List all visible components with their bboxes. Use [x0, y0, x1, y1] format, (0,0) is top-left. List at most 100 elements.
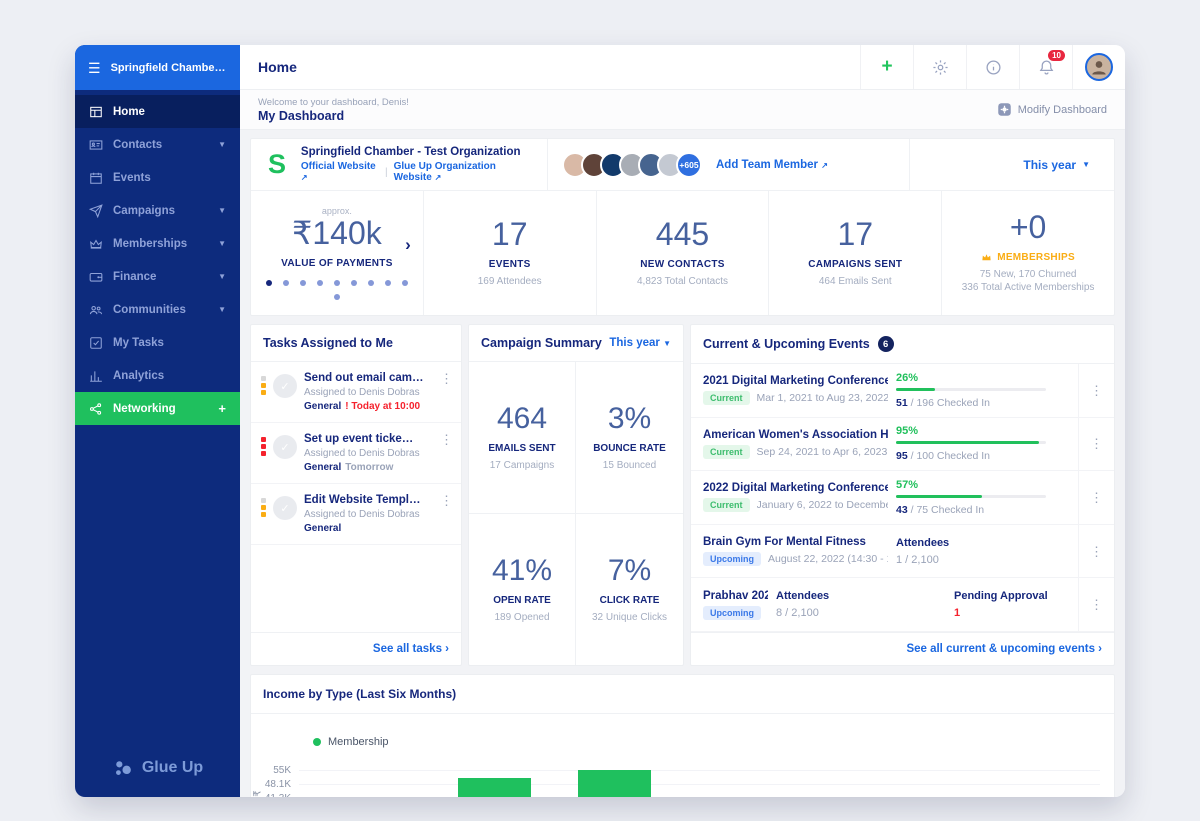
chart-legend[interactable]: Membership	[313, 736, 389, 748]
share-icon	[89, 402, 102, 415]
kebab-menu-icon[interactable]: ⋮	[1078, 364, 1114, 417]
add-button[interactable]: +	[860, 45, 913, 89]
settings-button[interactable]	[913, 45, 966, 89]
stat-memberships: +0 MEMBERSHIPS 75 New, 170 Churned 336 To…	[961, 209, 1095, 294]
modify-dashboard-button[interactable]: Modify Dashboard	[997, 102, 1107, 117]
kebab-menu-icon[interactable]: ⋮	[1078, 578, 1114, 631]
glueup-org-website-link[interactable]: Glue Up Organization Website ↗	[394, 161, 535, 183]
info-button[interactable]	[966, 45, 1019, 89]
paper-plane-icon	[89, 203, 103, 218]
task-row[interactable]: ✓ Edit Website Templ… Assigned to Denis …	[251, 484, 461, 545]
sidebar: ☰ Springfield Chambe… Home Contacts ▼ Event…	[75, 45, 240, 797]
chevron-down-icon: ▼	[218, 272, 226, 281]
kebab-menu-icon[interactable]: ⋮	[1078, 417, 1114, 471]
sidebar-item-communities[interactable]: Communities ▼	[75, 293, 240, 326]
campaign-period-dropdown[interactable]: This year ▼	[609, 337, 671, 349]
team-avatars[interactable]: +605	[562, 151, 702, 178]
tasks-panel: Tasks Assigned to Me ✓ Send out email ca…	[250, 324, 462, 666]
pagination-dot[interactable]	[282, 279, 289, 286]
pagination-dot[interactable]	[384, 279, 391, 286]
kebab-menu-icon[interactable]: ⋮	[440, 494, 453, 534]
events-panel: Current & Upcoming Events 6 2021 Digital …	[690, 324, 1115, 666]
chevron-down-icon: ▼	[1082, 160, 1090, 169]
next-stat-chevron[interactable]: ›	[405, 235, 411, 255]
sidebar-brand[interactable]: ☰ Springfield Chambe…	[75, 45, 240, 90]
sidebar-item-networking[interactable]: Networking +	[75, 392, 240, 425]
stat-value-of-payments: approx. ₹140k VALUE OF PAYMENTS ›	[251, 191, 424, 315]
event-row[interactable]: 2022 Digital Marketing Conference… Curre…	[691, 471, 1114, 525]
welcome-text: Welcome to your dashboard, Denis!	[258, 96, 409, 108]
pagination-dot[interactable]	[401, 279, 408, 286]
notifications-button[interactable]: 10	[1019, 45, 1072, 89]
chevron-down-icon: ▼	[218, 305, 226, 314]
membership-income-bar[interactable]	[458, 778, 531, 797]
avatar-overflow-badge[interactable]: +605	[676, 151, 702, 178]
official-website-link[interactable]: Official Website ↗	[301, 161, 379, 183]
main-area: Home + 10 Welcome to your dashboard, Den…	[240, 45, 1125, 797]
calendar-icon	[90, 172, 102, 184]
sidebar-item-analytics[interactable]: Analytics	[75, 359, 240, 392]
sidebar-item-home[interactable]: Home	[75, 95, 240, 128]
dashboard-title: My Dashboard	[258, 108, 345, 123]
pagination-dot[interactable]	[333, 279, 340, 286]
sidebar-item-my-tasks[interactable]: My Tasks	[75, 326, 240, 359]
stat-value: ₹140k	[292, 215, 382, 252]
status-badge: Upcoming	[703, 552, 761, 567]
emails-sent-cell: 464 EMAILS SENT 17 Campaigns	[469, 362, 576, 514]
kebab-menu-icon[interactable]: ⋮	[440, 433, 453, 473]
person-icon	[1092, 61, 1106, 75]
membership-income-bar[interactable]	[578, 770, 651, 797]
open-rate-cell: 41% OPEN RATE 189 Opened	[469, 514, 576, 665]
click-rate-cell: 7% CLICK RATE 32 Unique Clicks	[591, 554, 668, 624]
pagination-dot[interactable]	[299, 279, 306, 286]
kebab-menu-icon[interactable]: ⋮	[1078, 471, 1114, 524]
sidebar-item-memberships[interactable]: Memberships ▼	[75, 227, 240, 260]
kebab-menu-icon[interactable]: ⋮	[440, 372, 453, 412]
hamburger-icon[interactable]: ☰	[88, 61, 101, 75]
sidebar-item-finance[interactable]: Finance ▼	[75, 260, 240, 293]
kebab-menu-icon[interactable]: ⋮	[1078, 524, 1114, 578]
income-chart-panel: Income by Type (Last Six Months) Members…	[250, 674, 1115, 797]
task-check-circle[interactable]: ✓	[273, 496, 297, 520]
glueup-molecule-icon	[115, 761, 131, 775]
plus-icon: +	[881, 56, 893, 77]
event-row[interactable]: Prabhav 2022 UpcomingSeptember 12 & 13, …	[691, 578, 1114, 632]
events-title: Current & Upcoming Events	[703, 337, 870, 351]
contacts-icon	[89, 139, 103, 150]
notification-badge: 10	[1048, 50, 1065, 61]
pagination-dot[interactable]	[367, 279, 374, 286]
pagination-dot[interactable]	[316, 279, 323, 286]
profile-button[interactable]	[1072, 45, 1125, 89]
task-check-circle[interactable]: ✓	[273, 435, 297, 459]
event-row[interactable]: 2021 Digital Marketing Conference Curren…	[691, 364, 1114, 418]
dashboard-content: S Springfield Chamber - Test Organizatio…	[240, 130, 1125, 797]
sidebar-item-campaigns[interactable]: Campaigns ▼	[75, 194, 240, 227]
chart-gridline	[299, 770, 1100, 771]
legend-dot	[313, 738, 321, 746]
campaign-summary-title: Campaign Summary	[481, 336, 602, 350]
pagination-dot[interactable]	[350, 279, 357, 286]
stat-label: VALUE OF PAYMENTS	[281, 257, 393, 269]
task-check-circle[interactable]: ✓	[273, 374, 297, 398]
welcome-bar: Welcome to your dashboard, Denis! My Das…	[240, 90, 1125, 130]
add-team-member-link[interactable]: Add Team Member ↗	[716, 159, 828, 171]
task-row[interactable]: ✓ Send out email cam… Assigned to Denis …	[251, 362, 461, 423]
pagination-dot[interactable]	[265, 279, 272, 286]
stats-pagination[interactable]	[261, 279, 413, 300]
event-row[interactable]: Brain Gym For Mental Fitness Upcoming Aug…	[691, 524, 1114, 579]
see-all-events-link[interactable]: See all current & upcoming events ›	[691, 631, 1114, 665]
external-link-icon: ↗	[821, 160, 828, 170]
event-row[interactable]: American Women's Association Hong… Curre…	[691, 417, 1114, 472]
status-badge: Current	[703, 498, 750, 513]
y-axis-tick: 41.3K	[251, 793, 291, 797]
task-row[interactable]: ✓ Set up event ticke… Assigned to Denis …	[251, 423, 461, 484]
pagination-dot[interactable]	[333, 293, 340, 300]
period-dropdown[interactable]: This year ▼	[909, 139, 1114, 190]
plus-icon[interactable]: +	[218, 401, 226, 416]
org-stats-card: S Springfield Chamber - Test Organizatio…	[250, 138, 1115, 316]
stat-new-contacts: 445 NEW CONTACTS 4,823 Total Contacts	[597, 191, 770, 315]
sidebar-item-contacts[interactable]: Contacts ▼	[75, 128, 240, 161]
chevron-down-icon: ▼	[663, 339, 671, 348]
sidebar-item-events[interactable]: Events	[75, 161, 240, 194]
see-all-tasks-link[interactable]: See all tasks ›	[251, 632, 461, 665]
